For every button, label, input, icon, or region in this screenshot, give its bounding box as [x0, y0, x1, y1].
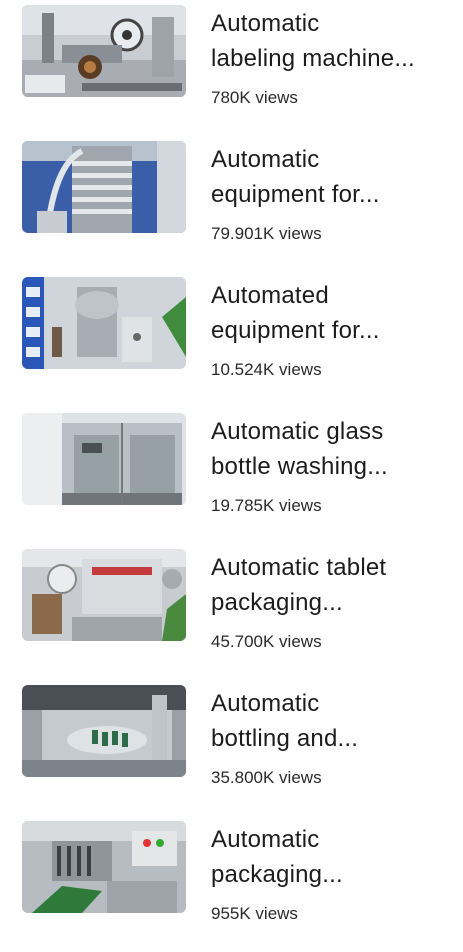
coil-equipment-thumbnail-image	[22, 141, 186, 233]
video-thumbnail[interactable]	[22, 685, 186, 777]
video-title[interactable]: Automatic labeling machine...	[211, 6, 451, 76]
video-title-line: Automatic	[211, 690, 320, 717]
labeling-machine-thumbnail-image	[22, 5, 186, 97]
view-count: 780K views	[211, 88, 298, 107]
video-thumbnail[interactable]	[22, 277, 186, 369]
video-title-line: Automatic glass	[211, 418, 384, 445]
video-title-line: bottle washing...	[211, 453, 388, 480]
video-item[interactable]: Automatic equipment for... 79.901K views	[0, 136, 463, 272]
video-thumbnail[interactable]	[22, 5, 186, 97]
view-count: 19.785K views	[211, 496, 322, 515]
video-item[interactable]: Automated equipment for... 10.524K views	[0, 272, 463, 408]
video-thumbnail[interactable]	[22, 821, 186, 913]
packaging-machine-thumbnail-image	[22, 821, 186, 913]
video-thumbnail[interactable]	[22, 549, 186, 641]
video-title-line: Automatic	[211, 826, 320, 853]
video-title-line: labeling machine...	[211, 45, 415, 72]
video-item[interactable]: Automatic bottling and... 35.800K views	[0, 680, 463, 816]
view-count: 10.524K views	[211, 360, 322, 379]
video-title-line: Automatic	[211, 10, 320, 37]
video-title-line: bottling and...	[211, 725, 359, 752]
video-item[interactable]: Automatic labeling machine... 780K views	[0, 0, 463, 136]
view-count: 45.700K views	[211, 632, 322, 651]
video-title[interactable]: Automatic glass bottle washing...	[211, 414, 451, 484]
bottling-line-thumbnail-image	[22, 685, 186, 777]
washing-cabinet-thumbnail-image	[22, 413, 186, 505]
video-title[interactable]: Automated equipment for...	[211, 278, 451, 348]
video-title-line: Automated	[211, 282, 329, 309]
video-title[interactable]: Automatic tablet packaging...	[211, 550, 451, 620]
view-count: 35.800K views	[211, 768, 322, 787]
video-item[interactable]: Automatic glass bottle washing... 19.785…	[0, 408, 463, 544]
video-title[interactable]: Automatic equipment for...	[211, 142, 451, 212]
exhibition-booth-thumbnail-image	[22, 277, 186, 369]
video-title-line: equipment for...	[211, 317, 380, 344]
video-title-line: Automatic tablet	[211, 554, 387, 581]
video-title[interactable]: Automatic packaging...	[211, 822, 451, 892]
view-count: 79.901K views	[211, 224, 322, 243]
video-title-line: equipment for...	[211, 181, 380, 208]
video-thumbnail[interactable]	[22, 141, 186, 233]
video-title-line: packaging...	[211, 861, 343, 888]
video-thumbnail[interactable]	[22, 413, 186, 505]
tablet-packaging-thumbnail-image	[22, 549, 186, 641]
video-title-line: Automatic	[211, 146, 320, 173]
view-count: 955K views	[211, 904, 298, 923]
video-item[interactable]: Automatic packaging... 955K views	[0, 816, 463, 952]
video-item[interactable]: Automatic tablet packaging... 45.700K vi…	[0, 544, 463, 680]
video-title[interactable]: Automatic bottling and...	[211, 686, 451, 756]
video-title-line: packaging...	[211, 589, 343, 616]
